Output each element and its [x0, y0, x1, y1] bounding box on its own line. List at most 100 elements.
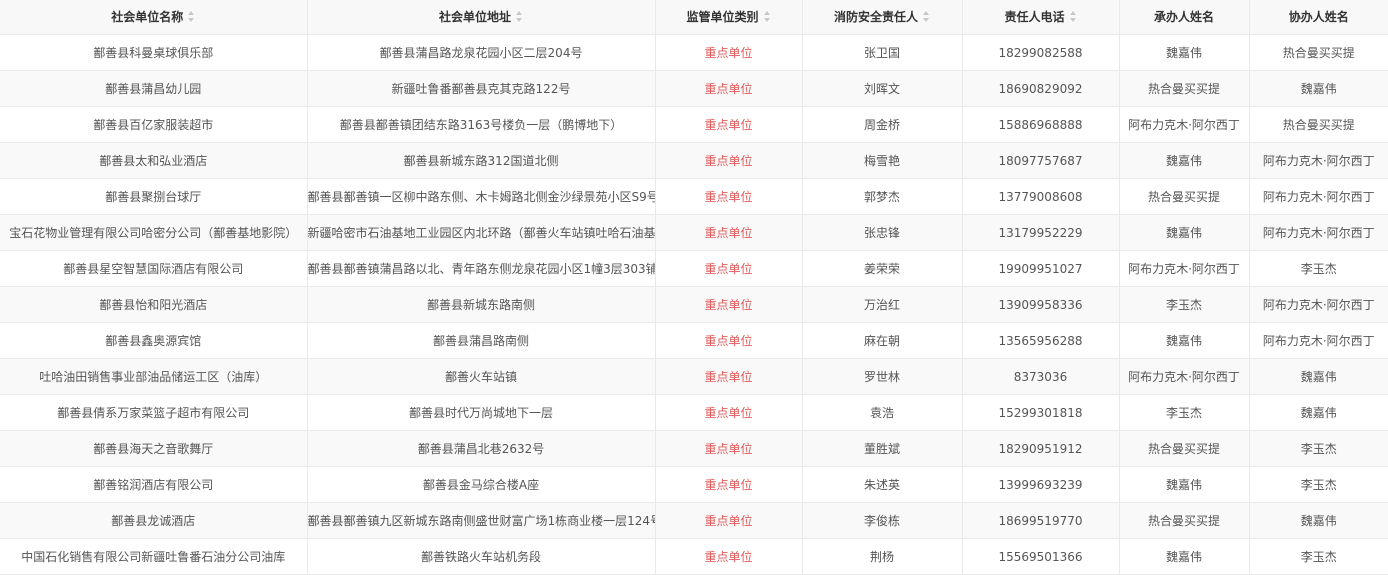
cell-category: 重点单位: [654, 502, 803, 539]
cell-category: 重点单位: [654, 34, 803, 71]
cell-fire-safety-person: 郭梦杰: [801, 178, 963, 215]
cell-assistant: 李玉杰: [1248, 250, 1388, 287]
cell-unit-name: 鄯善县聚捌台球厅: [0, 178, 308, 215]
cell-unit-address: 鄯善县鄯善镇蒲昌路以北、青年路东侧龙泉花园小区1幢3层303铺: [306, 250, 656, 287]
cell-unit-name: 鄯善县鑫奥源宾馆: [0, 322, 308, 359]
table-header: 社会单位名称 社会单位地址 监管单位类别 消防安全责任人 责任人电话 承办人姓名…: [0, 0, 1388, 35]
sort-icon[interactable]: [188, 11, 195, 22]
cell-phone: 15886968888: [961, 106, 1120, 143]
cell-handler: 热合曼买买提: [1118, 502, 1250, 539]
cell-category: 重点单位: [654, 178, 803, 215]
cell-category: 重点单位: [654, 322, 803, 359]
cell-assistant: 阿布力克木·阿尔西丁: [1248, 286, 1388, 323]
cell-phone: 8373036: [961, 358, 1120, 395]
cell-fire-safety-person: 周金桥: [801, 106, 963, 143]
table-row[interactable]: 鄯善县聚捌台球厅 鄯善县鄯善镇一区柳中路东侧、木卡姆路北侧金沙绿景苑小区S9号 重点…: [0, 178, 1388, 215]
cell-assistant: 魏嘉伟: [1248, 358, 1388, 395]
cell-phone: 18299082588: [961, 34, 1120, 71]
table-row[interactable]: 鄯善县蒲昌幼儿园 新疆吐鲁番鄯善县克其克路122号 重点单位 刘晖文 186908290…: [0, 70, 1388, 107]
table-row[interactable]: 中国石化销售有限公司新疆吐鲁番石油分公司油库 鄯善铁路火车站机务段 重点单位 荆杨 15…: [0, 538, 1388, 575]
cell-phone: 18690829092: [961, 70, 1120, 107]
cell-handler: 魏嘉伟: [1118, 322, 1250, 359]
cell-unit-name: 鄯善县科曼桌球俱乐部: [0, 34, 308, 71]
cell-fire-safety-person: 袁浩: [801, 394, 963, 431]
table-row[interactable]: 鄯善县龙诚酒店 鄯善县鄯善镇九区新城东路南侧盛世财富广场1栋商业楼一层124号 重点…: [0, 502, 1388, 539]
column-header-responsible-phone[interactable]: 责任人电话: [961, 0, 1120, 35]
cell-unit-address: 新疆吐鲁番鄯善县克其克路122号: [306, 70, 656, 107]
cell-assistant: 阿布力克木·阿尔西丁: [1248, 142, 1388, 179]
table-row[interactable]: 鄯善县星空智慧国际酒店有限公司 鄯善县鄯善镇蒲昌路以北、青年路东侧龙泉花园小区1幢…: [0, 250, 1388, 287]
sort-icon[interactable]: [923, 11, 930, 22]
sort-icon[interactable]: [516, 11, 523, 22]
column-header-assistant-name: 协办人姓名: [1248, 0, 1388, 35]
cell-phone: 15299301818: [961, 394, 1120, 431]
cell-assistant: 魏嘉伟: [1248, 502, 1388, 539]
table-row[interactable]: 鄯善县太和弘业酒店 鄯善县新城东路312国道北侧 重点单位 梅雪艳 1809775768…: [0, 142, 1388, 179]
cell-unit-name: 鄯善县蒲昌幼儿园: [0, 70, 308, 107]
cell-category: 重点单位: [654, 394, 803, 431]
cell-assistant: 热合曼买买提: [1248, 34, 1388, 71]
cell-handler: 魏嘉伟: [1118, 538, 1250, 575]
cell-unit-name: 鄯善铭润酒店有限公司: [0, 466, 308, 503]
cell-phone: 18097757687: [961, 142, 1120, 179]
cell-unit-name: 鄯善县星空智慧国际酒店有限公司: [0, 250, 308, 287]
column-header-label: 协办人姓名: [1288, 10, 1349, 24]
cell-phone: 18699519770: [961, 502, 1120, 539]
cell-unit-name: 鄯善县龙诚酒店: [0, 502, 308, 539]
table-row[interactable]: 吐哈油田销售事业部油品储运工区（油库） 鄯善火车站镇 重点单位 罗世林 8373036 阿…: [0, 358, 1388, 395]
cell-assistant: 阿布力克木·阿尔西丁: [1248, 178, 1388, 215]
cell-unit-address: 鄯善县蒲昌北巷2632号: [306, 430, 656, 467]
table-row[interactable]: 鄯善铭润酒店有限公司 鄯善县金马综合楼A座 重点单位 朱述英 13999693239 魏嘉…: [0, 466, 1388, 503]
table-row[interactable]: 鄯善县科曼桌球俱乐部 鄯善县蒲昌路龙泉花园小区二层204号 重点单位 张卫国 18299…: [0, 34, 1388, 71]
cell-assistant: 李玉杰: [1248, 466, 1388, 503]
cell-category: 重点单位: [654, 430, 803, 467]
column-header-handler-name: 承办人姓名: [1118, 0, 1250, 35]
cell-unit-address: 鄯善县金马综合楼A座: [306, 466, 656, 503]
cell-assistant: 魏嘉伟: [1248, 70, 1388, 107]
cell-handler: 阿布力克木·阿尔西丁: [1118, 358, 1250, 395]
cell-unit-name: 鄯善县百亿家服装超市: [0, 106, 308, 143]
cell-unit-address: 鄯善县鄯善镇一区柳中路东侧、木卡姆路北侧金沙绿景苑小区S9号: [306, 178, 656, 215]
cell-category: 重点单位: [654, 538, 803, 575]
column-header-fire-safety-person[interactable]: 消防安全责任人: [801, 0, 963, 35]
cell-unit-name: 鄯善县怡和阳光酒店: [0, 286, 308, 323]
cell-fire-safety-person: 张忠锋: [801, 214, 963, 251]
sort-icon[interactable]: [1069, 11, 1077, 22]
column-header-supervision-category[interactable]: 监管单位类别: [654, 0, 803, 35]
cell-fire-safety-person: 李俊栋: [801, 502, 963, 539]
cell-assistant: 阿布力克木·阿尔西丁: [1248, 214, 1388, 251]
table-row[interactable]: 鄯善县鑫奥源宾馆 鄯善县蒲昌路南侧 重点单位 麻在朝 13565956288 魏嘉伟 阿布力…: [0, 322, 1388, 359]
cell-phone: 19909951027: [961, 250, 1120, 287]
column-header-label: 社会单位地址: [438, 10, 511, 24]
table-row[interactable]: 宝石花物业管理有限公司哈密分公司（鄯善基地影院） 新疆哈密市石油基地工业园区内北环…: [0, 214, 1388, 251]
cell-fire-safety-person: 朱述英: [801, 466, 963, 503]
cell-category: 重点单位: [654, 358, 803, 395]
column-header-label: 责任人电话: [1004, 10, 1065, 24]
cell-unit-name: 中国石化销售有限公司新疆吐鲁番石油分公司油库: [0, 538, 308, 575]
table-row[interactable]: 鄯善县倩系万家菜篮子超市有限公司 鄯善县时代万尚城地下一层 重点单位 袁浩 152993…: [0, 394, 1388, 431]
cell-assistant: 热合曼买买提: [1248, 106, 1388, 143]
column-header-unit-address[interactable]: 社会单位地址: [306, 0, 656, 35]
cell-category: 重点单位: [654, 286, 803, 323]
column-header-label: 消防安全责任人: [833, 10, 918, 24]
cell-category: 重点单位: [654, 142, 803, 179]
cell-fire-safety-person: 罗世林: [801, 358, 963, 395]
sort-icon[interactable]: [763, 11, 771, 22]
table-row[interactable]: 鄯善县海天之音歌舞厅 鄯善县蒲昌北巷2632号 重点单位 董胜斌 18290951912…: [0, 430, 1388, 467]
cell-fire-safety-person: 万治红: [801, 286, 963, 323]
cell-fire-safety-person: 刘晖文: [801, 70, 963, 107]
cell-unit-address: 鄯善县蒲昌路南侧: [306, 322, 656, 359]
cell-category: 重点单位: [654, 214, 803, 251]
cell-handler: 阿布力克木·阿尔西丁: [1118, 106, 1250, 143]
social-units-table: 社会单位名称 社会单位地址 监管单位类别 消防安全责任人 责任人电话 承办人姓名…: [0, 0, 1388, 575]
cell-assistant: 阿布力克木·阿尔西丁: [1248, 322, 1388, 359]
table-row[interactable]: 鄯善县怡和阳光酒店 鄯善县新城东路南侧 重点单位 万治红 13909958336 李玉杰阿…: [0, 286, 1388, 323]
cell-unit-address: 鄯善县蒲昌路龙泉花园小区二层204号: [306, 34, 656, 71]
cell-unit-name: 吐哈油田销售事业部油品储运工区（油库）: [0, 358, 308, 395]
cell-assistant: 魏嘉伟: [1248, 394, 1388, 431]
column-header-unit-name[interactable]: 社会单位名称: [0, 0, 308, 35]
cell-category: 重点单位: [654, 250, 803, 287]
cell-phone: 15569501366: [961, 538, 1120, 575]
table-row[interactable]: 鄯善县百亿家服装超市 鄯善县鄯善镇团结东路3163号楼负一层（鹏博地下） 重点单位周…: [0, 106, 1388, 143]
cell-handler: 魏嘉伟: [1118, 466, 1250, 503]
